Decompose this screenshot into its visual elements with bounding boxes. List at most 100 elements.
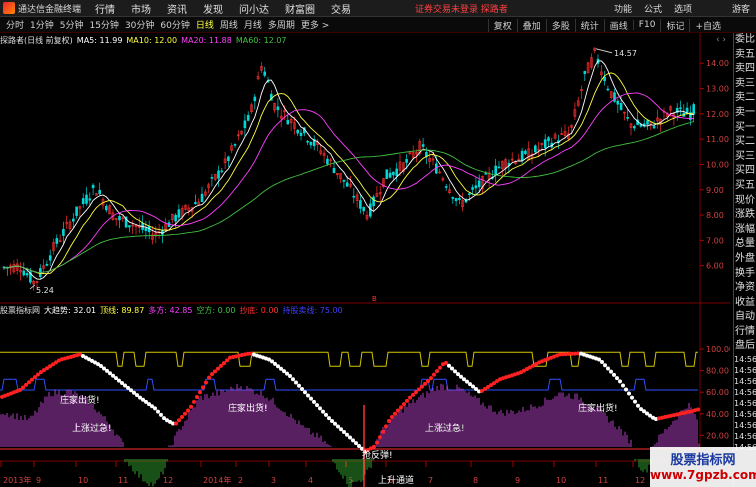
trend-dot <box>627 391 631 396</box>
toolbar-button[interactable]: 统计 <box>574 18 604 32</box>
period-tab[interactable]: 1分钟 <box>27 18 57 31</box>
ma10-legend: MA10: 12.00 <box>126 35 178 45</box>
trend-dot <box>219 363 223 368</box>
menu-market[interactable]: 市场 <box>131 1 151 16</box>
trend-dot <box>393 411 397 416</box>
price-tick-label: 10.00 <box>706 160 729 169</box>
candle-body <box>85 194 88 204</box>
candle-body <box>118 215 121 221</box>
menu-ask[interactable]: 问小达 <box>239 1 269 16</box>
trend-dot <box>195 395 199 400</box>
trend-dot <box>153 406 157 411</box>
trend-dot <box>405 398 409 403</box>
trend-dot <box>189 404 193 409</box>
period-tab[interactable]: 60分钟 <box>157 18 192 31</box>
candle-body <box>296 129 300 134</box>
period-tab[interactable]: 周线 <box>217 18 241 31</box>
toolbar-button[interactable]: 标记 <box>660 18 689 32</box>
indicator-name: 股票指标网 <box>0 305 40 315</box>
trend-dot <box>417 387 421 392</box>
sidebar-label: 盘后 <box>735 340 755 352</box>
toolbar-button[interactable]: 画线 <box>603 18 633 32</box>
date-tick-label: 12 <box>163 476 173 485</box>
kline-chart[interactable]: 14.00 13.00 12.00 11.00 10.00 9.00 8.00 7.00 6.0… <box>0 33 730 487</box>
trend-dot <box>309 396 313 401</box>
trend-dot <box>432 372 436 377</box>
date-tick-label: 2 <box>238 476 243 485</box>
candle-body <box>45 264 49 266</box>
candle-body <box>55 238 59 244</box>
trade-time: 14:56 <box>734 355 756 365</box>
trend-dot <box>438 365 442 370</box>
period-tab[interactable]: 更多 > <box>298 18 332 31</box>
candle-body <box>474 185 478 189</box>
low-pointer <box>29 284 36 290</box>
candle-body <box>467 193 471 195</box>
toolbar-button[interactable]: +自选 <box>689 18 726 32</box>
sub-tick-label: 60.00 <box>706 388 729 397</box>
ma5-line <box>3 60 694 280</box>
guest-label[interactable]: 游客 <box>732 2 750 15</box>
trend-dot <box>303 390 307 395</box>
candle-body <box>477 180 481 188</box>
trend-dot <box>357 443 361 448</box>
signal-label: 抢反弹! <box>362 449 393 461</box>
toolbar-button[interactable]: 叠加 <box>516 18 546 32</box>
candle-body <box>174 214 177 222</box>
sidebar-label: 净资 <box>735 282 755 294</box>
trend-dot <box>213 369 217 374</box>
menu-formula[interactable]: 公式 <box>644 2 662 15</box>
menu-wealth[interactable]: 财富圈 <box>285 1 315 16</box>
trend-dot <box>321 409 325 414</box>
trend-dot <box>444 360 448 365</box>
app-logo-icon <box>3 2 15 14</box>
trend-dot <box>600 359 604 364</box>
trade-alert[interactable]: 证券交易未登录 探路者 <box>415 2 508 15</box>
trade-time: 14:56 <box>734 366 756 376</box>
period-tab[interactable]: 多周期 <box>265 18 298 31</box>
sidebar-label: 卖五 <box>735 48 755 60</box>
period-tab[interactable]: 15分钟 <box>86 18 121 31</box>
period-tab[interactable]: 30分钟 <box>122 18 157 31</box>
sidebar-label: 买三 <box>735 150 755 162</box>
menu-trade[interactable]: 交易 <box>331 1 351 16</box>
ma20-legend: MA20: 11.88 <box>181 35 232 45</box>
signal-label: 庄家出货! <box>60 394 100 406</box>
candle-body <box>639 124 643 127</box>
sub-tick-label: 20.00 <box>706 431 729 440</box>
menu-quotes[interactable]: 行情 <box>95 1 115 16</box>
candle-body <box>105 205 108 211</box>
candle-body <box>494 165 498 176</box>
ma20-line <box>3 92 694 274</box>
menu-function[interactable]: 功能 <box>614 2 632 15</box>
candle-body <box>342 179 346 182</box>
trend-dot <box>156 409 160 414</box>
trend-dot <box>318 406 322 411</box>
candle-body <box>524 150 527 155</box>
period-tab[interactable]: 5分钟 <box>57 18 87 31</box>
ma10-line <box>3 72 694 275</box>
period-tab[interactable]: 分时 <box>0 18 27 31</box>
candle-body <box>98 189 101 195</box>
signal-label: 上升通道 <box>378 474 414 486</box>
candle-body <box>484 173 488 175</box>
toolbar-button[interactable]: 复权 <box>487 18 517 32</box>
trend-dot <box>384 424 388 429</box>
candle-body <box>497 166 501 169</box>
quote-sidebar: 委比 卖五 卖四 卖三 卖二 卖一 买一 买二 买三 买四 买五 现价 涨跌 涨幅 总量 外盘 换手 净资 收益 自动… <box>733 33 756 487</box>
toolbar-button[interactable]: 多股 <box>545 18 575 32</box>
period-tab[interactable]: 月线 <box>241 18 265 31</box>
zoom-icons[interactable]: ‹ › <box>716 35 726 45</box>
menu-options[interactable]: 选项 <box>674 2 692 15</box>
menu-news[interactable]: 资讯 <box>167 1 187 16</box>
date-tick-label: 7 <box>428 476 433 485</box>
candle-body <box>25 273 29 276</box>
trend-dot <box>387 419 391 423</box>
trend-dot <box>414 390 418 395</box>
candle-body <box>200 193 204 203</box>
date-tick-label: 10 <box>556 476 566 485</box>
menu-discover[interactable]: 发现 <box>203 1 223 16</box>
toolbar-button[interactable]: F10 <box>632 20 661 30</box>
candle-body <box>309 141 313 146</box>
period-tab[interactable]: 日线 <box>193 18 217 31</box>
